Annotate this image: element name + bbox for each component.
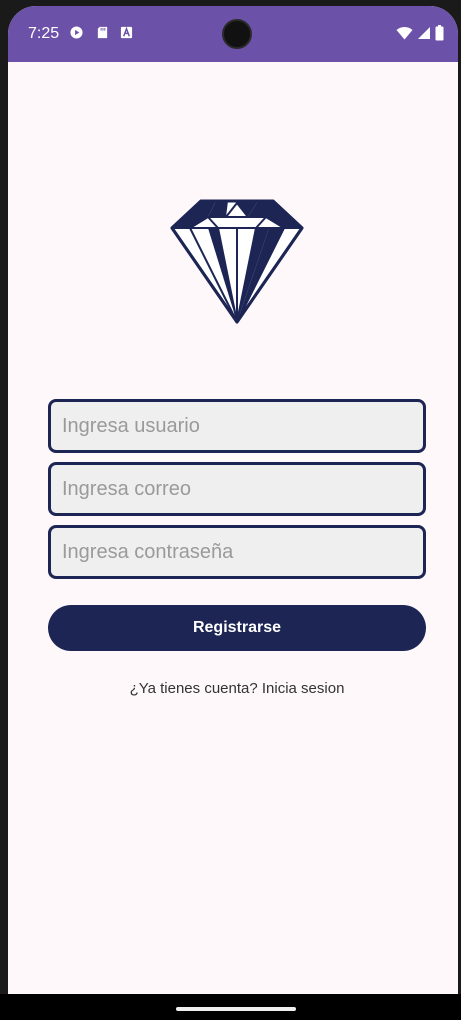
- home-gesture-handle[interactable]: [176, 1007, 296, 1011]
- wifi-icon: [396, 26, 413, 40]
- device-frame: 7:25 Ingresa usuario Ingresa correo Regi…: [0, 0, 461, 1020]
- email-input[interactable]: [51, 465, 423, 513]
- username-input[interactable]: [51, 402, 423, 450]
- diamond-icon: [170, 199, 304, 324]
- battery-icon: [435, 25, 444, 41]
- password-field[interactable]: [48, 525, 426, 579]
- a-text-icon: [120, 26, 133, 39]
- front-camera: [222, 19, 252, 49]
- app-screen: 7:25 Ingresa usuario Ingresa correo Regi…: [8, 6, 458, 1006]
- system-icons: [396, 25, 444, 41]
- status-bar: 7:25: [8, 6, 458, 62]
- password-input[interactable]: [51, 528, 423, 576]
- navigation-bar: [0, 994, 461, 1020]
- sd-card-icon: [97, 26, 108, 39]
- email-field[interactable]: [48, 462, 426, 516]
- status-time: 7:25: [28, 25, 60, 42]
- register-button[interactable]: Registrarse: [48, 605, 426, 651]
- play-protect-icon: [70, 26, 83, 39]
- login-link[interactable]: ¿Ya tienes cuenta? Inicia sesion: [8, 680, 458, 697]
- signal-icon: [418, 27, 430, 39]
- username-field[interactable]: [48, 399, 426, 453]
